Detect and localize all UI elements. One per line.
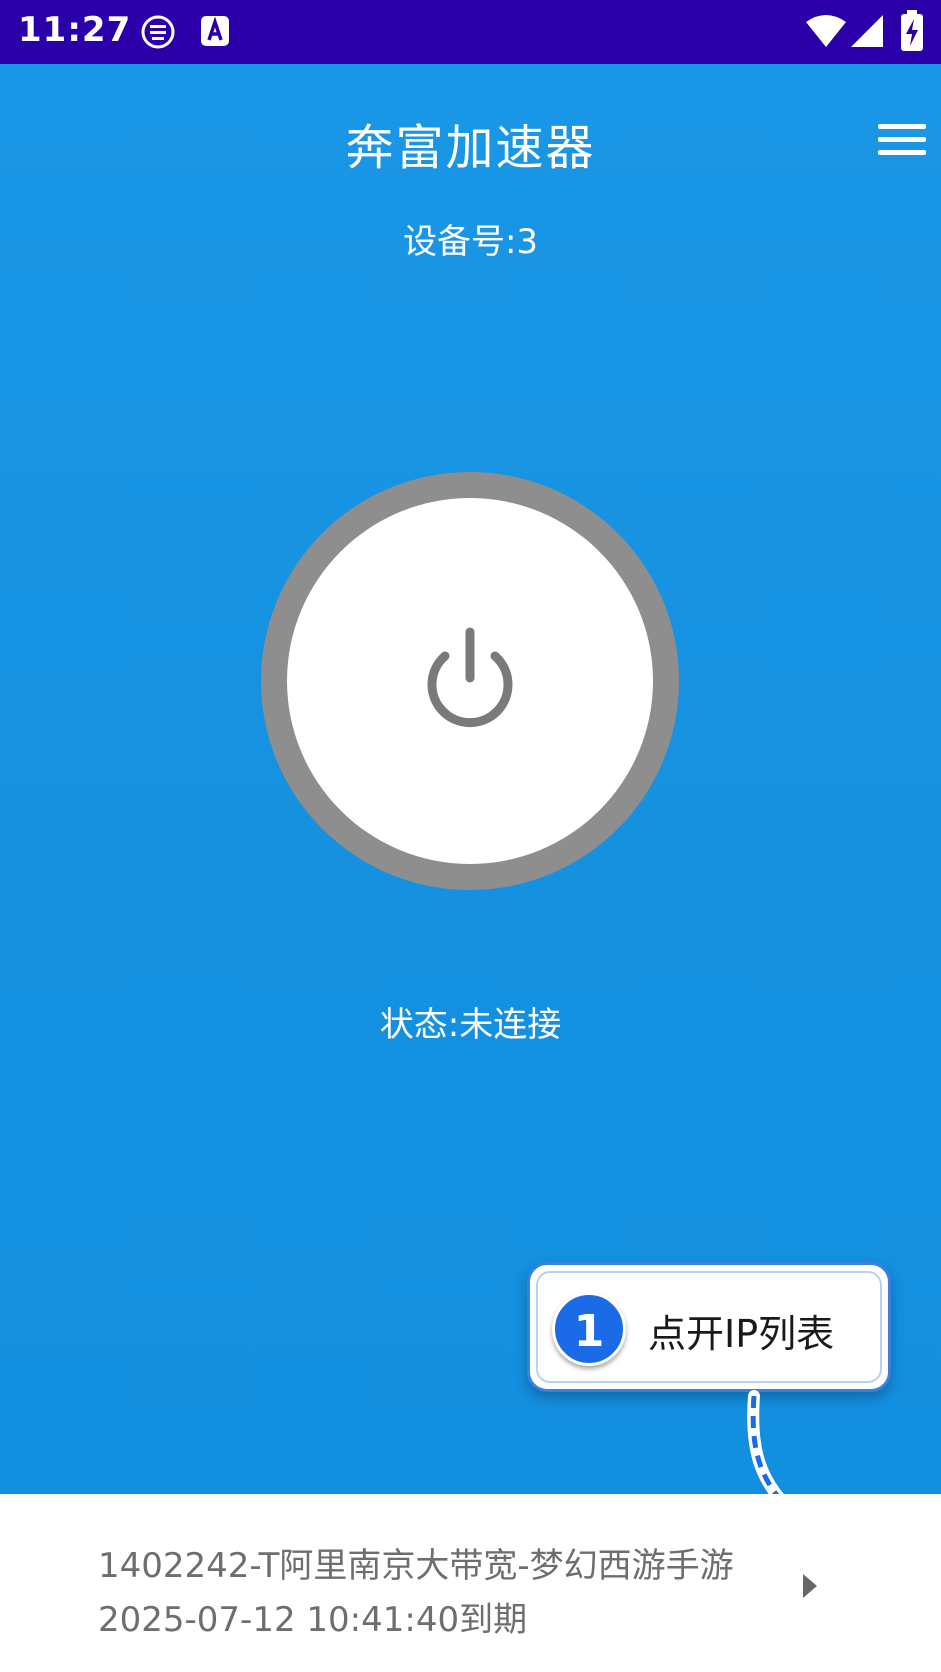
power-button[interactable] [261, 472, 679, 890]
device-number-label: 设备号:3 [402, 222, 539, 262]
connection-status: 状态:未连接 [379, 1005, 562, 1045]
menu-button[interactable] [876, 118, 928, 162]
status-time: 11:27 [18, 10, 132, 50]
notification-a-icon [201, 16, 229, 46]
notification-app-icon [141, 15, 175, 49]
power-icon [427, 627, 513, 728]
caret-right-icon [803, 1574, 817, 1598]
server-expiry: 2025-07-12 10:41:40到期 [98, 1600, 528, 1640]
step-badge: 1 [552, 1292, 626, 1366]
app-title: 奔富加速器 [345, 120, 596, 176]
app-screen: 11:27 奔富加速器 设备号:3 状态:未连接 1 点开IP列表 140224… [0, 0, 941, 1672]
battery-charging-icon [901, 10, 923, 51]
hamburger-menu-bar [878, 137, 926, 142]
status-bar: 11:27 [0, 0, 941, 64]
cellular-signal-icon [851, 15, 883, 47]
power-button-face [287, 498, 653, 864]
server-selector[interactable]: 1402242-T阿里南京大带宽-梦幻西游手游 2025-07-12 10:41… [0, 1494, 941, 1672]
hamburger-menu-bar [878, 150, 926, 155]
hamburger-menu-icon [878, 124, 926, 129]
server-name: 1402242-T阿里南京大带宽-梦幻西游手游 [98, 1546, 734, 1586]
wifi-icon [806, 15, 846, 47]
tutorial-callout: 1 点开IP列表 [527, 1262, 891, 1392]
callout-text: 点开IP列表 [648, 1312, 835, 1356]
